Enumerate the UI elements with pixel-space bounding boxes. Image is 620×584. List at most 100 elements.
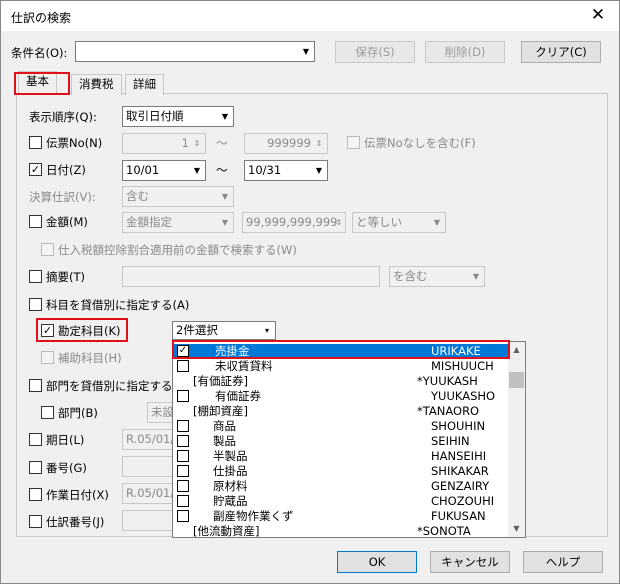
dept-checkbox[interactable] (41, 406, 54, 419)
list-item-name: 製品 (213, 434, 236, 448)
journal-no-checkbox[interactable] (29, 515, 42, 528)
voucher-label: 伝票No(N) (46, 136, 103, 150)
spinner-icon[interactable]: ⇕ (311, 134, 327, 153)
save-button[interactable]: 保存(S) (335, 41, 415, 63)
condition-select[interactable]: ▼ (75, 41, 315, 62)
sort-select[interactable]: 取引日付順 ▼ (122, 106, 234, 127)
help-button[interactable]: ヘルプ (523, 551, 603, 573)
ok-button[interactable]: OK (337, 551, 417, 573)
amount-field[interactable]: 99,999,999,999 ⇕ (242, 212, 346, 233)
account-dropdown-list[interactable]: ✓ 売掛金 URIKAKE 未収賃貸料 MISHUUCH [有価証券] *YUUKASH 有価… (172, 341, 526, 538)
memo-field[interactable] (122, 266, 380, 287)
spinner-icon[interactable]: ⇕ (333, 213, 345, 232)
tab-detail[interactable]: 詳細 (125, 74, 164, 95)
voucher-to-field[interactable]: 999999 ⇕ (244, 133, 328, 154)
list-item-checkbox[interactable] (177, 435, 189, 447)
sort-label: 表示順序(Q): (29, 110, 97, 124)
list-scrollbar[interactable]: ▲ ▼ (508, 342, 525, 537)
list-item-checkbox[interactable] (177, 495, 189, 507)
highlight-box-account (36, 318, 128, 342)
list-item-checkbox[interactable] (177, 390, 189, 402)
journal-no-label: 仕訳番号(J) (46, 515, 105, 529)
chevron-down-icon[interactable]: ▼ (189, 161, 205, 180)
list-item-name: [棚卸資産] (193, 404, 248, 418)
chevron-down-icon[interactable]: ▾ (259, 322, 275, 339)
list-item[interactable]: 副産物作業くず FUKUSAN (173, 509, 509, 524)
list-item[interactable]: 原材料 GENZAIRY (173, 479, 509, 494)
period-value: R.05/01/ (126, 432, 175, 446)
list-item[interactable]: 商品 SHOUHIN (173, 419, 509, 434)
chevron-down-icon[interactable]: ▼ (217, 187, 233, 206)
chevron-down-icon[interactable]: ▼ (298, 42, 314, 61)
account-select-value: 2件選択 (176, 323, 218, 337)
date-from-field[interactable]: 10/01 ▼ (122, 160, 206, 181)
chevron-down-icon[interactable]: ▼ (217, 213, 233, 232)
date-from-value: 10/01 (126, 163, 160, 177)
list-item-code: CHOZOUHI (431, 494, 495, 508)
list-item-code: *SONOTA (417, 524, 471, 538)
highlight-box-tab (14, 72, 70, 95)
list-item-checkbox[interactable] (177, 450, 189, 462)
scroll-down-icon[interactable]: ▼ (508, 521, 525, 537)
amount-cond-select[interactable]: と等しい ▼ (352, 212, 446, 233)
tax-before-checkbox[interactable] (41, 243, 54, 256)
list-item-checkbox[interactable] (177, 420, 189, 432)
settle-value: 含む (126, 189, 149, 203)
scroll-thumb[interactable] (509, 372, 524, 388)
list-item[interactable]: 製品 SEIHIN (173, 434, 509, 449)
list-item-name: 貯蔵品 (213, 494, 248, 508)
chevron-down-icon[interactable]: ▼ (468, 267, 484, 286)
account-by-side-checkbox[interactable] (29, 298, 42, 311)
list-item[interactable]: 仕掛品 SHIKAKAR (173, 464, 509, 479)
date-checkbox[interactable]: ✓ (29, 163, 42, 176)
scroll-up-icon[interactable]: ▲ (508, 342, 525, 358)
list-item-code: SEIHIN (431, 434, 470, 448)
date-to-field[interactable]: 10/31 ▼ (244, 160, 328, 181)
close-icon[interactable]: ✕ (585, 4, 611, 28)
window-title: 仕訳の検索 (11, 11, 72, 25)
clear-button[interactable]: クリア(C) (521, 41, 601, 63)
voucher-tilde: ～ (216, 136, 228, 150)
list-item-name: 半製品 (213, 449, 248, 463)
list-item[interactable]: 半製品 HANSEIHI (173, 449, 509, 464)
amount-checkbox[interactable] (29, 215, 42, 228)
voucher-from-field[interactable]: 1 ⇕ (122, 133, 206, 154)
list-item[interactable]: [他流動資産] *SONOTA (173, 524, 509, 538)
sub-account-checkbox[interactable] (41, 351, 54, 364)
highlight-box-selected (172, 340, 510, 359)
list-item[interactable]: 未収賃貸料 MISHUUCH (173, 359, 509, 374)
chevron-down-icon[interactable]: ▼ (429, 213, 445, 232)
list-item-checkbox[interactable] (177, 480, 189, 492)
list-item[interactable]: [有価証券] *YUUKASH (173, 374, 509, 389)
list-item-checkbox[interactable] (177, 465, 189, 477)
list-item[interactable]: 貯蔵品 CHOZOUHI (173, 494, 509, 509)
list-item-code: SHIKAKAR (431, 464, 489, 478)
voucher-checkbox[interactable] (29, 136, 42, 149)
list-item-checkbox[interactable] (177, 360, 189, 372)
list-item-code: FUKUSAN (431, 509, 486, 523)
list-item-checkbox[interactable] (177, 510, 189, 522)
period-checkbox[interactable] (29, 433, 42, 446)
work-date-checkbox[interactable] (29, 488, 42, 501)
account-select[interactable]: 2件選択 ▾ (172, 321, 276, 340)
list-item[interactable]: 有価証券 YUUKASHO (173, 389, 509, 404)
number-checkbox[interactable] (29, 461, 42, 474)
delete-button[interactable]: 削除(D) (425, 41, 505, 63)
list-item[interactable]: [棚卸資産] *TANAORO (173, 404, 509, 419)
chevron-down-icon[interactable]: ▼ (217, 107, 233, 126)
list-item-name: 未収賃貸料 (215, 359, 273, 373)
chevron-down-icon[interactable]: ▼ (311, 161, 327, 180)
search-journal-dialog: 仕訳の検索 ✕ 条件名(O): ▼ 保存(S) 削除(D) クリア(C) 基本 … (0, 0, 620, 584)
sort-value: 取引日付順 (126, 109, 184, 123)
memo-cond-select[interactable]: を含む ▼ (389, 266, 485, 287)
settle-select[interactable]: 含む ▼ (122, 186, 234, 207)
spinner-icon[interactable]: ⇕ (189, 134, 205, 153)
tax-before-label: 仕入税額控除割合適用前の金額で検索する(W) (58, 243, 297, 257)
cancel-button[interactable]: キャンセル (430, 551, 510, 573)
dept-by-side-checkbox[interactable] (29, 379, 42, 392)
tab-consumption-tax[interactable]: 消費税 (71, 74, 122, 95)
list-item-code: MISHUUCH (431, 359, 494, 373)
amount-mode-select[interactable]: 金額指定 ▼ (122, 212, 234, 233)
memo-checkbox[interactable] (29, 270, 42, 283)
voucher-none-checkbox[interactable] (347, 136, 360, 149)
